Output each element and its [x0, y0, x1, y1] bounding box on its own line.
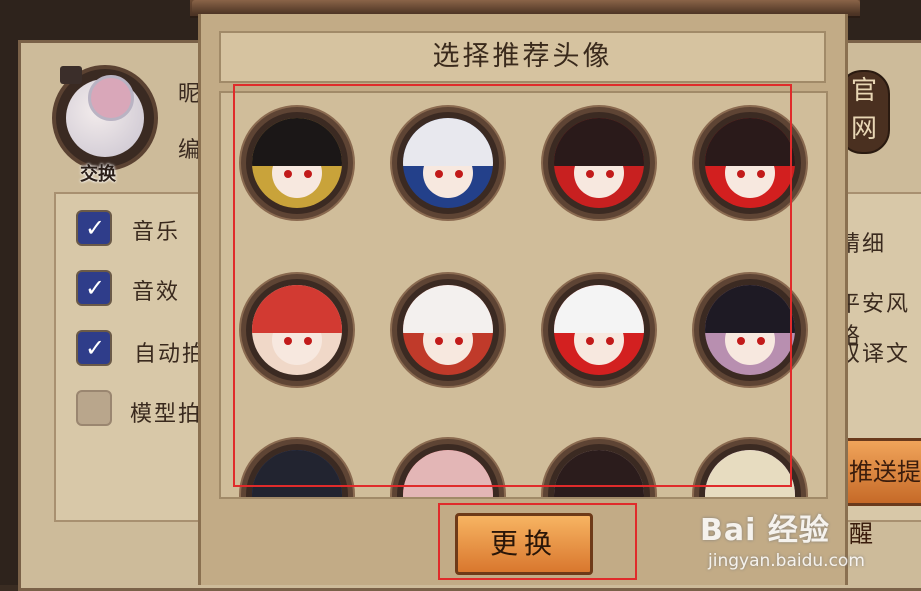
checkbox-label: 模型拍	[130, 402, 203, 427]
nickname-label: 昵	[178, 82, 201, 107]
push-notify-button[interactable]: 推送提醒	[840, 438, 921, 548]
avatar-ear	[88, 75, 134, 121]
check-icon: ✓	[84, 214, 106, 242]
button-highlight-annotation	[438, 503, 637, 580]
check-icon: ✓	[84, 274, 106, 302]
camera-icon	[60, 66, 82, 84]
swap-avatar-label[interactable]: 交换	[80, 160, 116, 186]
check-icon: ✓	[84, 334, 106, 362]
right-option-label: 双译文	[838, 342, 911, 367]
checkbox-label: 自动拍	[134, 342, 207, 367]
watermark-brand: Bai 经验	[700, 513, 830, 548]
scroll-rod	[192, 0, 860, 14]
highlight-annotation	[233, 84, 792, 487]
checkbox-label: 音乐	[132, 220, 181, 245]
checkbox-sound-effects[interactable]: ✓	[76, 270, 112, 306]
dialog-title-bar: 选择推荐头像	[219, 31, 826, 83]
checkbox-music[interactable]: ✓	[76, 210, 112, 246]
checkbox-auto[interactable]: ✓	[76, 330, 112, 366]
checkbox-model[interactable]	[76, 390, 112, 426]
checkbox-label: 音效	[132, 280, 181, 305]
edit-label: 编	[178, 138, 201, 163]
watermark-url: jingyan.baidu.com	[708, 551, 865, 571]
dialog-title: 选择推荐头像	[432, 41, 613, 72]
watermark: Bai 经验 jingyan.baidu.com	[700, 505, 865, 571]
